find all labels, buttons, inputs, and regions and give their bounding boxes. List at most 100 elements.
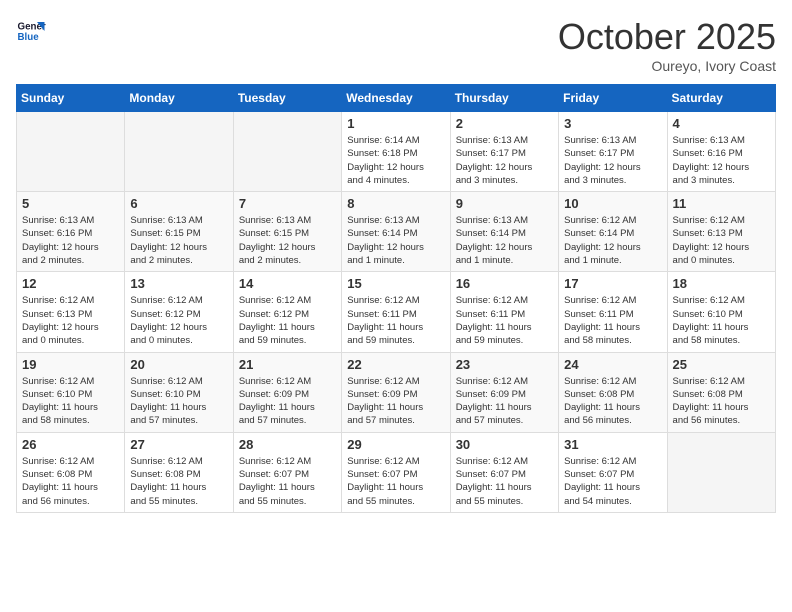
day-number: 16: [456, 276, 553, 291]
day-number: 31: [564, 437, 661, 452]
day-info: Sunrise: 6:13 AM Sunset: 6:16 PM Dayligh…: [673, 134, 770, 187]
weekday-header-cell: Friday: [559, 85, 667, 112]
calendar-cell: 14Sunrise: 6:12 AM Sunset: 6:12 PM Dayli…: [233, 272, 341, 352]
title-section: October 2025 Oureyo, Ivory Coast: [558, 16, 776, 74]
calendar-cell: 25 Sunrise: 6:12 AM Sunset: 6:08 PM Dayli…: [667, 352, 775, 432]
calendar-week-row: 12Sunrise: 6:12 AM Sunset: 6:13 PM Dayli…: [17, 272, 776, 352]
day-info: Sunrise: 6:12 AM Sunset: 6:07 PM Dayligh…: [564, 455, 661, 508]
svg-text:Blue: Blue: [18, 32, 40, 43]
calendar-cell: 4 Sunrise: 6:13 AM Sunset: 6:16 PM Daylig…: [667, 112, 775, 192]
calendar-cell: 10 Sunrise: 6:12 AM Sunset: 6:14 PM Dayli…: [559, 192, 667, 272]
day-info: Sunrise: 6:13 AM Sunset: 6:16 PM Dayligh…: [22, 214, 119, 267]
day-number: 10: [564, 196, 661, 211]
day-info: Sunrise: 6:13 AM Sunset: 6:14 PM Dayligh…: [347, 214, 444, 267]
day-number: 7: [239, 196, 336, 211]
day-info: Sunrise: 6:13 AM Sunset: 6:15 PM Dayligh…: [239, 214, 336, 267]
calendar-cell: 12Sunrise: 6:12 AM Sunset: 6:13 PM Dayli…: [17, 272, 125, 352]
weekday-header-cell: Tuesday: [233, 85, 341, 112]
logo-icon: General Blue: [16, 16, 46, 46]
day-info: Sunrise: 6:12 AM Sunset: 6:07 PM Dayligh…: [456, 455, 553, 508]
calendar-cell: [17, 112, 125, 192]
day-number: 3: [564, 116, 661, 131]
calendar-cell: 11 Sunrise: 6:12 AM Sunset: 6:13 PM Dayli…: [667, 192, 775, 272]
day-number: 26: [22, 437, 119, 452]
day-number: 25: [673, 357, 770, 372]
day-number: 28: [239, 437, 336, 452]
day-number: 4: [673, 116, 770, 131]
day-info: Sunrise: 6:13 AM Sunset: 6:14 PM Dayligh…: [456, 214, 553, 267]
day-number: 22: [347, 357, 444, 372]
page-header: General Blue October 2025 Oureyo, Ivory …: [16, 16, 776, 74]
day-info: Sunrise: 6:12 AM Sunset: 6:14 PM Dayligh…: [564, 214, 661, 267]
location: Oureyo, Ivory Coast: [558, 58, 776, 74]
month-title: October 2025: [558, 16, 776, 58]
day-number: 13: [130, 276, 227, 291]
calendar-week-row: 1 Sunrise: 6:14 AM Sunset: 6:18 PM Daylig…: [17, 112, 776, 192]
calendar-cell: 2 Sunrise: 6:13 AM Sunset: 6:17 PM Daylig…: [450, 112, 558, 192]
day-info: Sunrise: 6:12 AM Sunset: 6:08 PM Dayligh…: [130, 455, 227, 508]
calendar-cell: [233, 112, 341, 192]
calendar-cell: 19 Sunrise: 6:12 AM Sunset: 6:10 PM Dayli…: [17, 352, 125, 432]
calendar-cell: 18 Sunrise: 6:12 AM Sunset: 6:10 PM Dayli…: [667, 272, 775, 352]
calendar-cell: 9Sunrise: 6:13 AM Sunset: 6:14 PM Daylig…: [450, 192, 558, 272]
day-number: 27: [130, 437, 227, 452]
calendar-cell: 20 Sunrise: 6:12 AM Sunset: 6:10 PM Dayli…: [125, 352, 233, 432]
calendar-cell: 16Sunrise: 6:12 AM Sunset: 6:11 PM Dayli…: [450, 272, 558, 352]
day-number: 20: [130, 357, 227, 372]
day-info: Sunrise: 6:12 AM Sunset: 6:12 PM Dayligh…: [239, 294, 336, 347]
weekday-header-cell: Sunday: [17, 85, 125, 112]
calendar-week-row: 26 Sunrise: 6:12 AM Sunset: 6:08 PM Dayli…: [17, 432, 776, 512]
day-info: Sunrise: 6:12 AM Sunset: 6:09 PM Dayligh…: [347, 375, 444, 428]
day-info: Sunrise: 6:13 AM Sunset: 6:15 PM Dayligh…: [130, 214, 227, 267]
day-number: 19: [22, 357, 119, 372]
weekday-header-cell: Wednesday: [342, 85, 450, 112]
weekday-header-cell: Thursday: [450, 85, 558, 112]
calendar-cell: 6 Sunrise: 6:13 AM Sunset: 6:15 PM Daylig…: [125, 192, 233, 272]
weekday-header-cell: Saturday: [667, 85, 775, 112]
day-number: 2: [456, 116, 553, 131]
day-info: Sunrise: 6:12 AM Sunset: 6:08 PM Dayligh…: [22, 455, 119, 508]
calendar-cell: 27 Sunrise: 6:12 AM Sunset: 6:08 PM Dayli…: [125, 432, 233, 512]
day-info: Sunrise: 6:12 AM Sunset: 6:11 PM Dayligh…: [564, 294, 661, 347]
calendar-cell: 29 Sunrise: 6:12 AM Sunset: 6:07 PM Dayli…: [342, 432, 450, 512]
day-info: Sunrise: 6:12 AM Sunset: 6:11 PM Dayligh…: [347, 294, 444, 347]
day-info: Sunrise: 6:14 AM Sunset: 6:18 PM Dayligh…: [347, 134, 444, 187]
day-number: 30: [456, 437, 553, 452]
day-info: Sunrise: 6:12 AM Sunset: 6:07 PM Dayligh…: [347, 455, 444, 508]
day-number: 18: [673, 276, 770, 291]
calendar-cell: 1 Sunrise: 6:14 AM Sunset: 6:18 PM Daylig…: [342, 112, 450, 192]
weekday-header-row: SundayMondayTuesdayWednesdayThursdayFrid…: [17, 85, 776, 112]
day-number: 11: [673, 196, 770, 211]
calendar-cell: 21Sunrise: 6:12 AM Sunset: 6:09 PM Dayli…: [233, 352, 341, 432]
day-number: 1: [347, 116, 444, 131]
day-info: Sunrise: 6:12 AM Sunset: 6:10 PM Dayligh…: [673, 294, 770, 347]
calendar-cell: 26 Sunrise: 6:12 AM Sunset: 6:08 PM Dayli…: [17, 432, 125, 512]
day-number: 6: [130, 196, 227, 211]
calendar-cell: 3Sunrise: 6:13 AM Sunset: 6:17 PM Daylig…: [559, 112, 667, 192]
logo: General Blue: [16, 16, 46, 46]
calendar-cell: [125, 112, 233, 192]
calendar-cell: 23Sunrise: 6:12 AM Sunset: 6:09 PM Dayli…: [450, 352, 558, 432]
calendar-body: 1 Sunrise: 6:14 AM Sunset: 6:18 PM Daylig…: [17, 112, 776, 513]
day-info: Sunrise: 6:12 AM Sunset: 6:08 PM Dayligh…: [673, 375, 770, 428]
day-number: 23: [456, 357, 553, 372]
calendar-cell: 8Sunrise: 6:13 AM Sunset: 6:14 PM Daylig…: [342, 192, 450, 272]
calendar-cell: 30 Sunrise: 6:12 AM Sunset: 6:07 PM Dayli…: [450, 432, 558, 512]
day-info: Sunrise: 6:12 AM Sunset: 6:10 PM Dayligh…: [130, 375, 227, 428]
day-info: Sunrise: 6:12 AM Sunset: 6:12 PM Dayligh…: [130, 294, 227, 347]
day-info: Sunrise: 6:12 AM Sunset: 6:10 PM Dayligh…: [22, 375, 119, 428]
calendar-week-row: 5Sunrise: 6:13 AM Sunset: 6:16 PM Daylig…: [17, 192, 776, 272]
day-number: 29: [347, 437, 444, 452]
calendar-cell: 15Sunrise: 6:12 AM Sunset: 6:11 PM Dayli…: [342, 272, 450, 352]
calendar-week-row: 19 Sunrise: 6:12 AM Sunset: 6:10 PM Dayli…: [17, 352, 776, 432]
day-info: Sunrise: 6:13 AM Sunset: 6:17 PM Dayligh…: [456, 134, 553, 187]
calendar-cell: 28 Sunrise: 6:12 AM Sunset: 6:07 PM Dayli…: [233, 432, 341, 512]
day-info: Sunrise: 6:12 AM Sunset: 6:07 PM Dayligh…: [239, 455, 336, 508]
day-info: Sunrise: 6:12 AM Sunset: 6:08 PM Dayligh…: [564, 375, 661, 428]
day-info: Sunrise: 6:12 AM Sunset: 6:13 PM Dayligh…: [22, 294, 119, 347]
day-info: Sunrise: 6:12 AM Sunset: 6:13 PM Dayligh…: [673, 214, 770, 267]
day-info: Sunrise: 6:12 AM Sunset: 6:09 PM Dayligh…: [239, 375, 336, 428]
calendar-cell: 13 Sunrise: 6:12 AM Sunset: 6:12 PM Dayli…: [125, 272, 233, 352]
calendar-cell: 31 Sunrise: 6:12 AM Sunset: 6:07 PM Dayli…: [559, 432, 667, 512]
calendar-cell: 17Sunrise: 6:12 AM Sunset: 6:11 PM Dayli…: [559, 272, 667, 352]
